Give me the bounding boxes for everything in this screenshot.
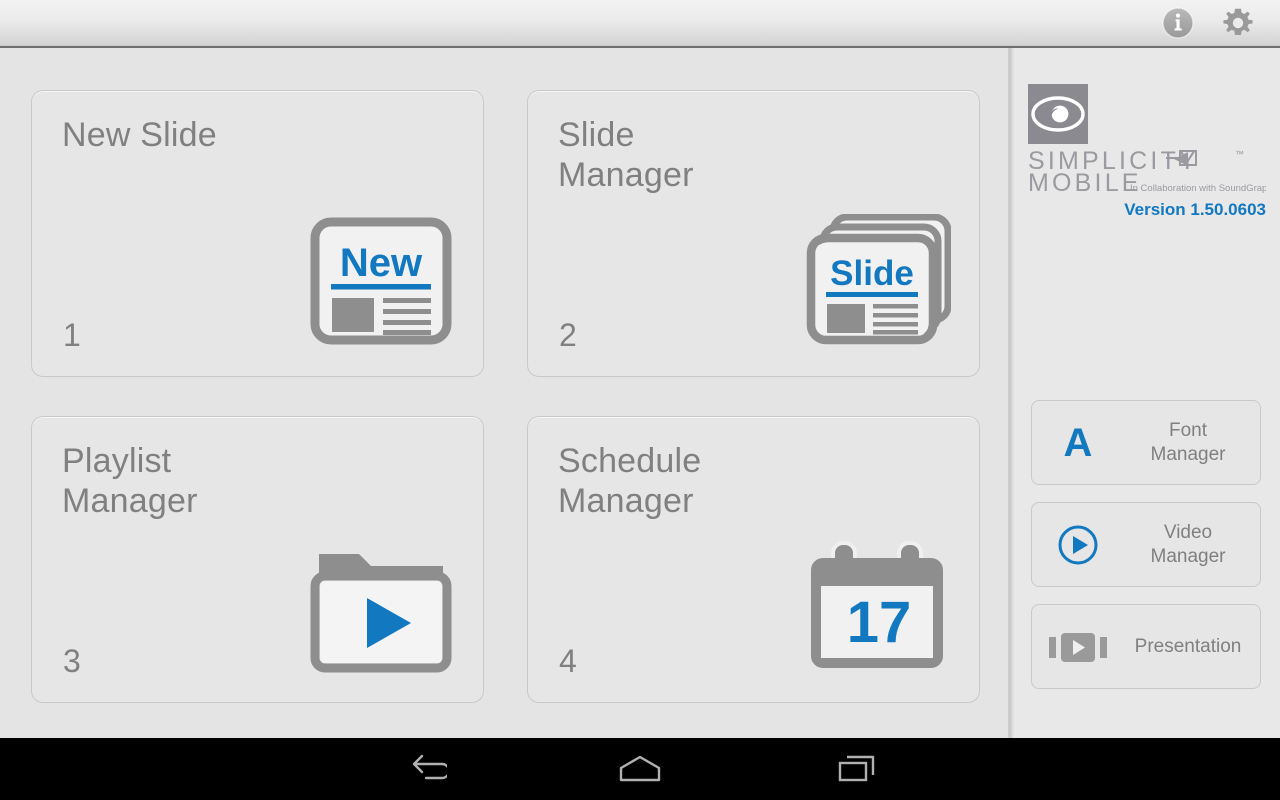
slide-manager-icon: Slide: [803, 213, 952, 348]
brand-name-line2: MOBILE: [1028, 169, 1142, 194]
nav-back-button[interactable]: [364, 738, 484, 800]
new-slide-icon-text: New: [340, 241, 423, 285]
slide-manager-icon-text: Slide: [830, 254, 914, 293]
side-button-list: A Font Manager Video Manager Presentatio…: [1031, 400, 1261, 689]
content-area: New Slide 1 New Slide Manager 2 Slide Pl…: [0, 48, 1280, 738]
main-pane: New Slide 1 New Slide Manager 2 Slide Pl…: [0, 48, 1011, 738]
android-navigation-bar: [0, 738, 1280, 800]
top-action-buttons: [1156, 1, 1280, 45]
video-manager-button[interactable]: Video Manager: [1031, 502, 1261, 587]
recents-icon: [838, 755, 875, 782]
eye-logo-icon: [1028, 84, 1088, 144]
info-icon: [1162, 7, 1194, 39]
tile-title: Schedule Manager: [558, 442, 702, 520]
font-a-icon: A: [1032, 423, 1124, 463]
brand-trademark: ™: [1235, 149, 1244, 159]
nav-recents-button[interactable]: [797, 738, 917, 800]
tile-playlist-manager[interactable]: Playlist Manager 3: [31, 416, 484, 703]
brand-wordmark: SIMPLICITY ™ MOBILE In Collaboration wit…: [1028, 146, 1273, 199]
app-root: New Slide 1 New Slide Manager 2 Slide Pl…: [0, 0, 1280, 800]
font-manager-button[interactable]: A Font Manager: [1031, 400, 1261, 485]
side-pane: SIMPLICITY ™ MOBILE In Collaboration wit…: [1014, 48, 1280, 738]
nav-home-button[interactable]: [580, 738, 700, 800]
branding-block: SIMPLICITY ™ MOBILE In Collaboration wit…: [1028, 84, 1273, 220]
video-play-circle-icon: [1032, 523, 1124, 567]
side-button-label: Video Manager: [1150, 521, 1226, 567]
new-slide-icon: New: [307, 214, 455, 348]
gear-icon: [1223, 8, 1253, 35]
tile-slide-manager[interactable]: Slide Manager 2 Slide: [527, 90, 980, 377]
side-button-label: Presentation: [1134, 635, 1242, 657]
tile-title: New Slide: [62, 116, 217, 154]
tile-grid: New Slide 1 New Slide Manager 2 Slide Pl…: [31, 90, 980, 703]
tile-title: Playlist Manager: [62, 442, 198, 520]
font-a-icon-text: A: [1063, 420, 1093, 465]
presentation-button[interactable]: Presentation: [1031, 604, 1261, 689]
brand-collaboration: In Collaboration with SoundGraph: [1130, 183, 1266, 194]
tile-index: 2: [559, 317, 577, 353]
tile-index: 1: [63, 317, 81, 353]
side-button-label: Font Manager: [1150, 419, 1226, 465]
tile-schedule-manager[interactable]: Schedule Manager 4 17: [527, 416, 980, 703]
presentation-film-icon: [1032, 630, 1124, 664]
back-icon: [412, 754, 447, 780]
home-icon: [619, 755, 661, 782]
playlist-folder-play-icon: [307, 540, 455, 674]
info-button[interactable]: [1156, 1, 1200, 45]
calendar-icon: 17: [803, 540, 951, 674]
tile-index: 3: [63, 643, 81, 679]
calendar-icon-day: 17: [847, 590, 912, 655]
tile-title: Slide Manager: [558, 116, 694, 194]
tile-new-slide[interactable]: New Slide 1 New: [31, 90, 484, 377]
settings-button[interactable]: [1216, 1, 1260, 45]
version-label: Version 1.50.0603: [1124, 200, 1266, 219]
top-action-bar: [0, 0, 1280, 48]
tile-index: 4: [559, 643, 577, 679]
